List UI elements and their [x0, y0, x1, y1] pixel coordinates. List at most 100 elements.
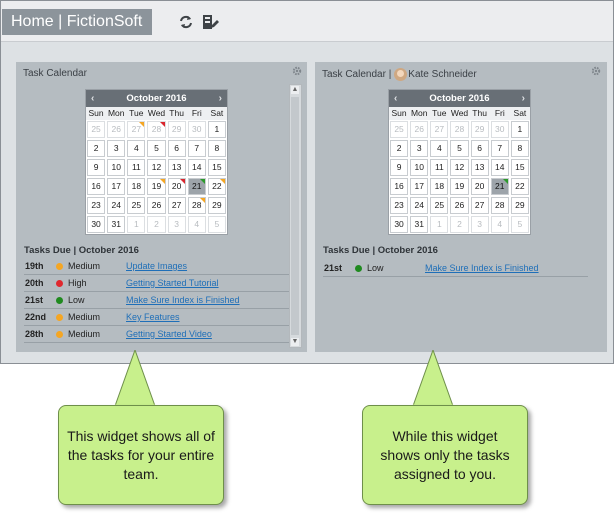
- calendar-day[interactable]: 17: [107, 178, 126, 195]
- calendar-day[interactable]: 2: [390, 140, 409, 157]
- calendar-day[interactable]: 11: [430, 159, 449, 176]
- calendar-day[interactable]: 10: [107, 159, 126, 176]
- refresh-icon[interactable]: [177, 13, 195, 31]
- calendar-day[interactable]: 3: [107, 140, 126, 157]
- calendar-day[interactable]: 7: [187, 140, 206, 157]
- calendar-day[interactable]: 3: [470, 216, 489, 233]
- calendar-day[interactable]: 25: [127, 197, 146, 214]
- next-month-icon[interactable]: ›: [522, 93, 525, 104]
- calendar-day[interactable]: 30: [187, 121, 206, 138]
- calendar-day[interactable]: 5: [450, 140, 469, 157]
- calendar-day[interactable]: 30: [87, 216, 106, 233]
- task-link[interactable]: Make Sure Index is Finished: [126, 295, 240, 305]
- calendar-day[interactable]: 18: [127, 178, 146, 195]
- calendar-day[interactable]: 4: [490, 216, 509, 233]
- next-month-icon[interactable]: ›: [219, 93, 222, 104]
- edit-layout-icon[interactable]: [201, 13, 219, 31]
- calendar-day[interactable]: 25: [430, 197, 449, 214]
- calendar-day[interactable]: 2: [87, 140, 106, 157]
- calendar-day[interactable]: 16: [390, 178, 409, 195]
- calendar-day[interactable]: 29: [510, 197, 529, 214]
- calendar-day[interactable]: 29: [207, 197, 226, 214]
- calendar-day[interactable]: 31: [410, 216, 429, 233]
- calendar-day[interactable]: 27: [470, 197, 489, 214]
- calendar-day[interactable]: 13: [167, 159, 186, 176]
- calendar-day[interactable]: 4: [127, 140, 146, 157]
- prev-month-icon[interactable]: ‹: [91, 93, 94, 104]
- calendar-day[interactable]: 15: [207, 159, 226, 176]
- calendar-day[interactable]: 23: [87, 197, 106, 214]
- calendar-day[interactable]: 13: [470, 159, 489, 176]
- calendar-day[interactable]: 2: [450, 216, 469, 233]
- calendar-day[interactable]: 4: [187, 216, 206, 233]
- calendar-day[interactable]: 25: [390, 121, 409, 138]
- calendar-day[interactable]: 29: [167, 121, 186, 138]
- calendar-day[interactable]: 29: [470, 121, 489, 138]
- calendar-day[interactable]: 14: [187, 159, 206, 176]
- scroll-thumb[interactable]: [291, 97, 299, 335]
- calendar-day[interactable]: 6: [167, 140, 186, 157]
- calendar-day[interactable]: 3: [410, 140, 429, 157]
- calendar-day[interactable]: 27: [167, 197, 186, 214]
- calendar-day[interactable]: 26: [410, 121, 429, 138]
- calendar-day[interactable]: 28: [490, 197, 509, 214]
- calendar-day[interactable]: 21: [187, 178, 206, 195]
- calendar-day[interactable]: 1: [510, 121, 529, 138]
- calendar-day[interactable]: 16: [87, 178, 106, 195]
- calendar-day[interactable]: 10: [410, 159, 429, 176]
- calendar-day[interactable]: 25: [87, 121, 106, 138]
- prev-month-icon[interactable]: ‹: [394, 93, 397, 104]
- calendar-day[interactable]: 22: [510, 178, 529, 195]
- calendar-day[interactable]: 4: [430, 140, 449, 157]
- calendar-day[interactable]: 3: [167, 216, 186, 233]
- calendar-day[interactable]: 20: [470, 178, 489, 195]
- task-link[interactable]: Getting Started Tutorial: [126, 278, 219, 288]
- calendar-day[interactable]: 18: [430, 178, 449, 195]
- calendar-day[interactable]: 31: [107, 216, 126, 233]
- calendar-day[interactable]: 5: [207, 216, 226, 233]
- calendar-day[interactable]: 26: [147, 197, 166, 214]
- calendar-day[interactable]: 30: [390, 216, 409, 233]
- calendar-day[interactable]: 28: [450, 121, 469, 138]
- calendar-day[interactable]: 15: [510, 159, 529, 176]
- gear-icon[interactable]: [292, 66, 302, 76]
- calendar-day[interactable]: 30: [490, 121, 509, 138]
- calendar-day[interactable]: 5: [147, 140, 166, 157]
- calendar-day[interactable]: 1: [127, 216, 146, 233]
- task-link[interactable]: Make Sure Index is Finished: [425, 263, 539, 273]
- calendar-day[interactable]: 28: [187, 197, 206, 214]
- scroll-down-icon[interactable]: ▼: [291, 338, 299, 346]
- calendar-day[interactable]: 8: [207, 140, 226, 157]
- calendar-day[interactable]: 14: [490, 159, 509, 176]
- calendar-day[interactable]: 24: [410, 197, 429, 214]
- task-link[interactable]: Key Features: [126, 312, 180, 322]
- gear-icon[interactable]: [591, 66, 601, 76]
- calendar-day[interactable]: 8: [510, 140, 529, 157]
- task-link[interactable]: Update Images: [126, 261, 187, 271]
- calendar-day[interactable]: 27: [127, 121, 146, 138]
- scroll-up-icon[interactable]: ▲: [291, 86, 299, 94]
- calendar-day[interactable]: 7: [490, 140, 509, 157]
- calendar-day[interactable]: 27: [430, 121, 449, 138]
- calendar-day[interactable]: 24: [107, 197, 126, 214]
- calendar-day[interactable]: 1: [430, 216, 449, 233]
- calendar-day[interactable]: 19: [450, 178, 469, 195]
- calendar-day[interactable]: 12: [147, 159, 166, 176]
- calendar-day[interactable]: 19: [147, 178, 166, 195]
- calendar-day[interactable]: 22: [207, 178, 226, 195]
- calendar-day[interactable]: 20: [167, 178, 186, 195]
- calendar-day[interactable]: 11: [127, 159, 146, 176]
- scrollbar[interactable]: ▲ ▼: [289, 84, 302, 348]
- calendar-day[interactable]: 21: [490, 178, 509, 195]
- calendar-day[interactable]: 23: [390, 197, 409, 214]
- calendar-day[interactable]: 9: [390, 159, 409, 176]
- calendar-day[interactable]: 17: [410, 178, 429, 195]
- calendar-day[interactable]: 28: [147, 121, 166, 138]
- calendar-day[interactable]: 1: [207, 121, 226, 138]
- calendar-day[interactable]: 2: [147, 216, 166, 233]
- calendar-day[interactable]: 5: [510, 216, 529, 233]
- calendar-day[interactable]: 12: [450, 159, 469, 176]
- home-breadcrumb[interactable]: Home | FictionSoft: [2, 9, 153, 35]
- task-link[interactable]: Getting Started Video: [126, 329, 212, 339]
- calendar-day[interactable]: 26: [107, 121, 126, 138]
